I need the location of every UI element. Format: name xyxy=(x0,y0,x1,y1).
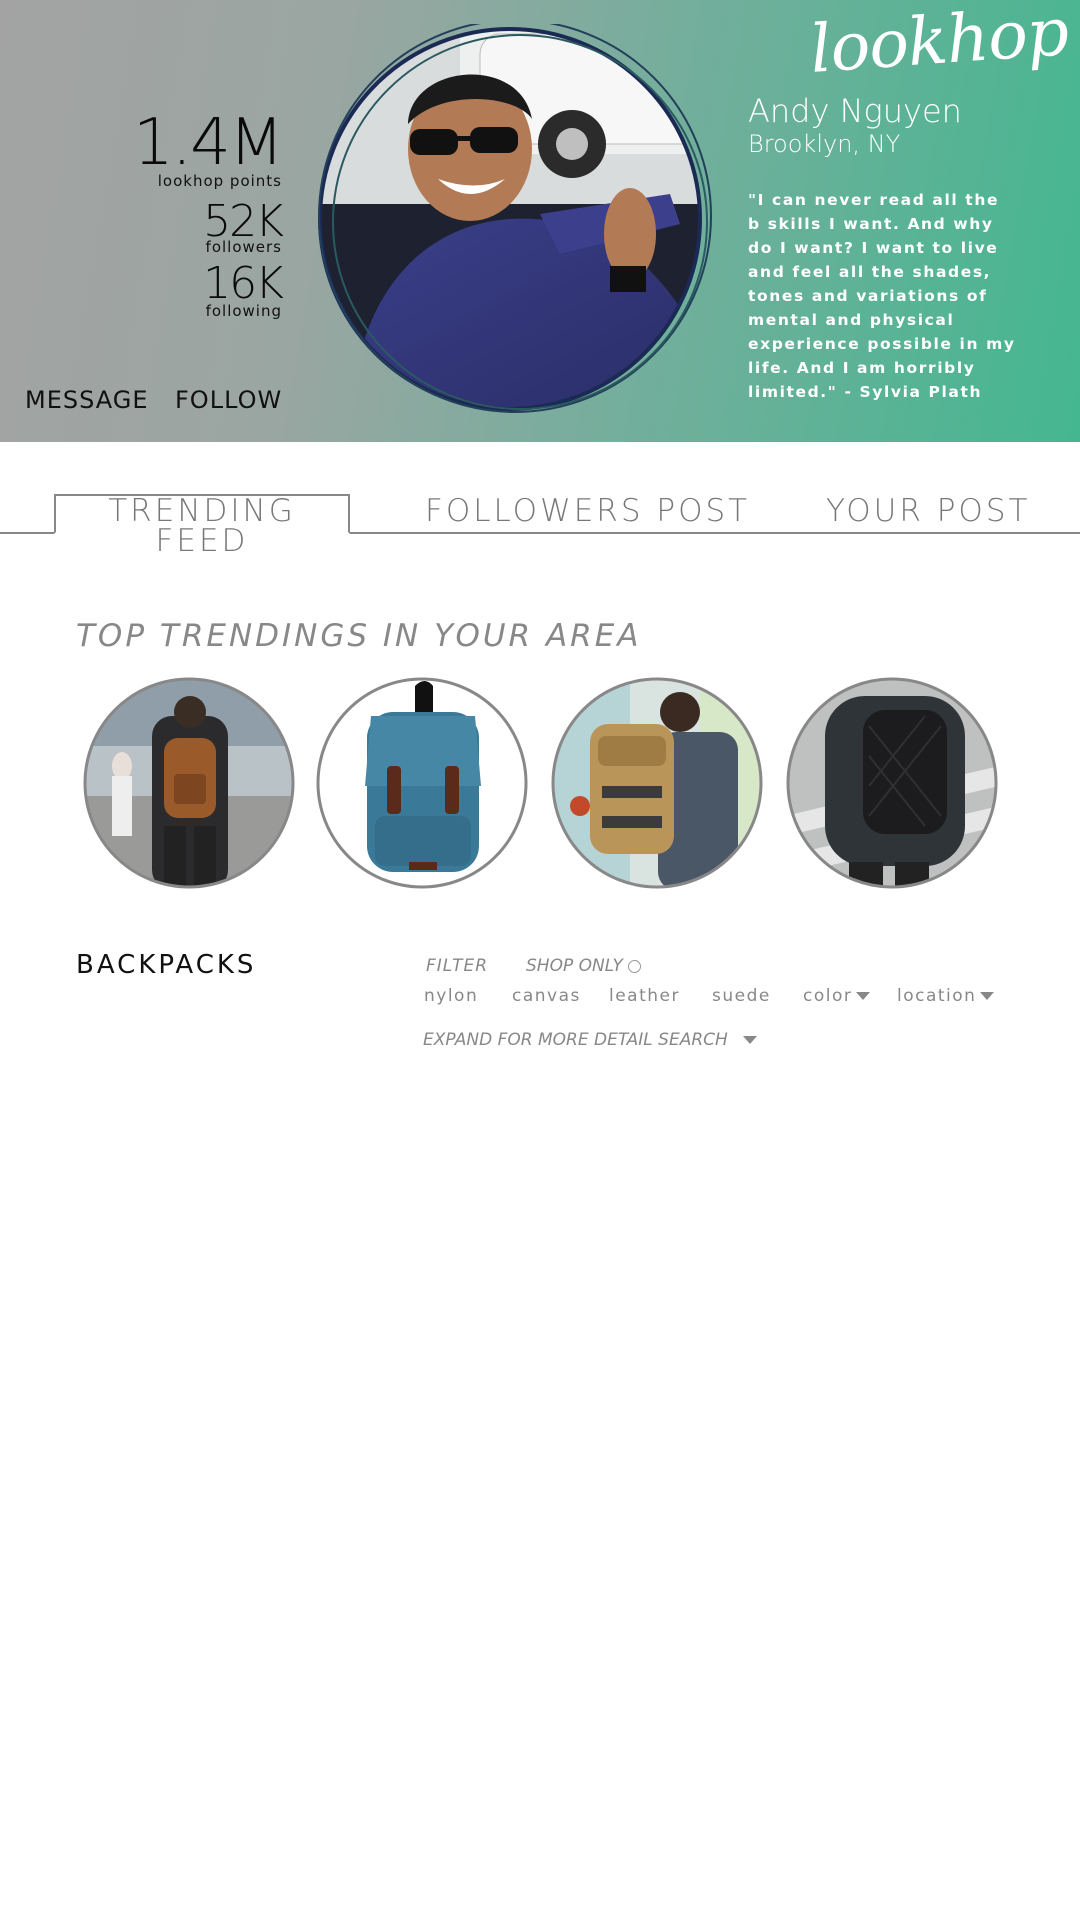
lookhop-logo[interactable]: lookhop xyxy=(808,0,1071,88)
tan-backpack-photo[interactable] xyxy=(550,676,764,890)
profile-header: lookhop 1.4M lookhop points 52K follower… xyxy=(0,0,1080,442)
brown-backpack-photo[interactable] xyxy=(82,676,296,890)
chevron-down-icon xyxy=(856,992,871,1000)
category-title: BACKPACKS xyxy=(76,950,257,980)
profile-name: Andy Nguyen xyxy=(748,92,962,130)
expand-label: EXPAND FOR MORE DETAIL SEARCH xyxy=(423,1030,728,1050)
tab-your-post[interactable]: YOUR POST xyxy=(818,490,1038,532)
filter-chip-leather[interactable]: leather xyxy=(609,986,680,1006)
color-dropdown-label: color xyxy=(803,986,853,1006)
profile-quote: "I can never read all the b skills I wan… xyxy=(748,191,1016,401)
black-backpack-photo[interactable] xyxy=(785,676,999,890)
chevron-down-icon xyxy=(980,992,995,1000)
location-dropdown-label: location xyxy=(897,986,977,1006)
filter-chip-canvas[interactable]: canvas xyxy=(512,986,581,1006)
filter-chip-suede[interactable]: suede xyxy=(712,986,771,1006)
chevron-down-icon xyxy=(743,1036,758,1044)
shop-only-label[interactable]: SHOP ONLY xyxy=(526,956,623,976)
profile-avatar[interactable] xyxy=(310,24,720,414)
filter-label: FILTER xyxy=(426,956,489,976)
filter-dropdown-color[interactable]: color xyxy=(803,986,871,1006)
tab-followers-post[interactable]: FOLLOWERS POST xyxy=(417,490,758,532)
filter-dropdown-location[interactable]: location xyxy=(897,986,995,1006)
points-label: lookhop points xyxy=(157,172,282,190)
filter-chip-nylon[interactable]: nylon xyxy=(424,986,478,1006)
points-value: 1.4M xyxy=(133,106,284,180)
expand-detail-search-button[interactable]: EXPAND FOR MORE DETAIL SEARCH xyxy=(423,1030,758,1050)
following-label: following xyxy=(205,302,282,320)
message-button[interactable]: MESSAGE xyxy=(25,386,149,414)
feed-tabs: TRENDING FEED FOLLOWERS POST YOUR POST xyxy=(0,490,1080,557)
follow-button[interactable]: FOLLOW xyxy=(175,386,282,414)
trending-section-title: TOP TRENDINGS IN YOUR AREA xyxy=(76,618,642,654)
shop-only-radio[interactable] xyxy=(628,960,641,973)
followers-label: followers xyxy=(205,238,282,256)
profile-location: Brooklyn, NY xyxy=(748,130,901,158)
blue-backpack-photo[interactable] xyxy=(315,676,529,890)
tab-trending-feed[interactable]: TRENDING FEED xyxy=(54,494,350,557)
